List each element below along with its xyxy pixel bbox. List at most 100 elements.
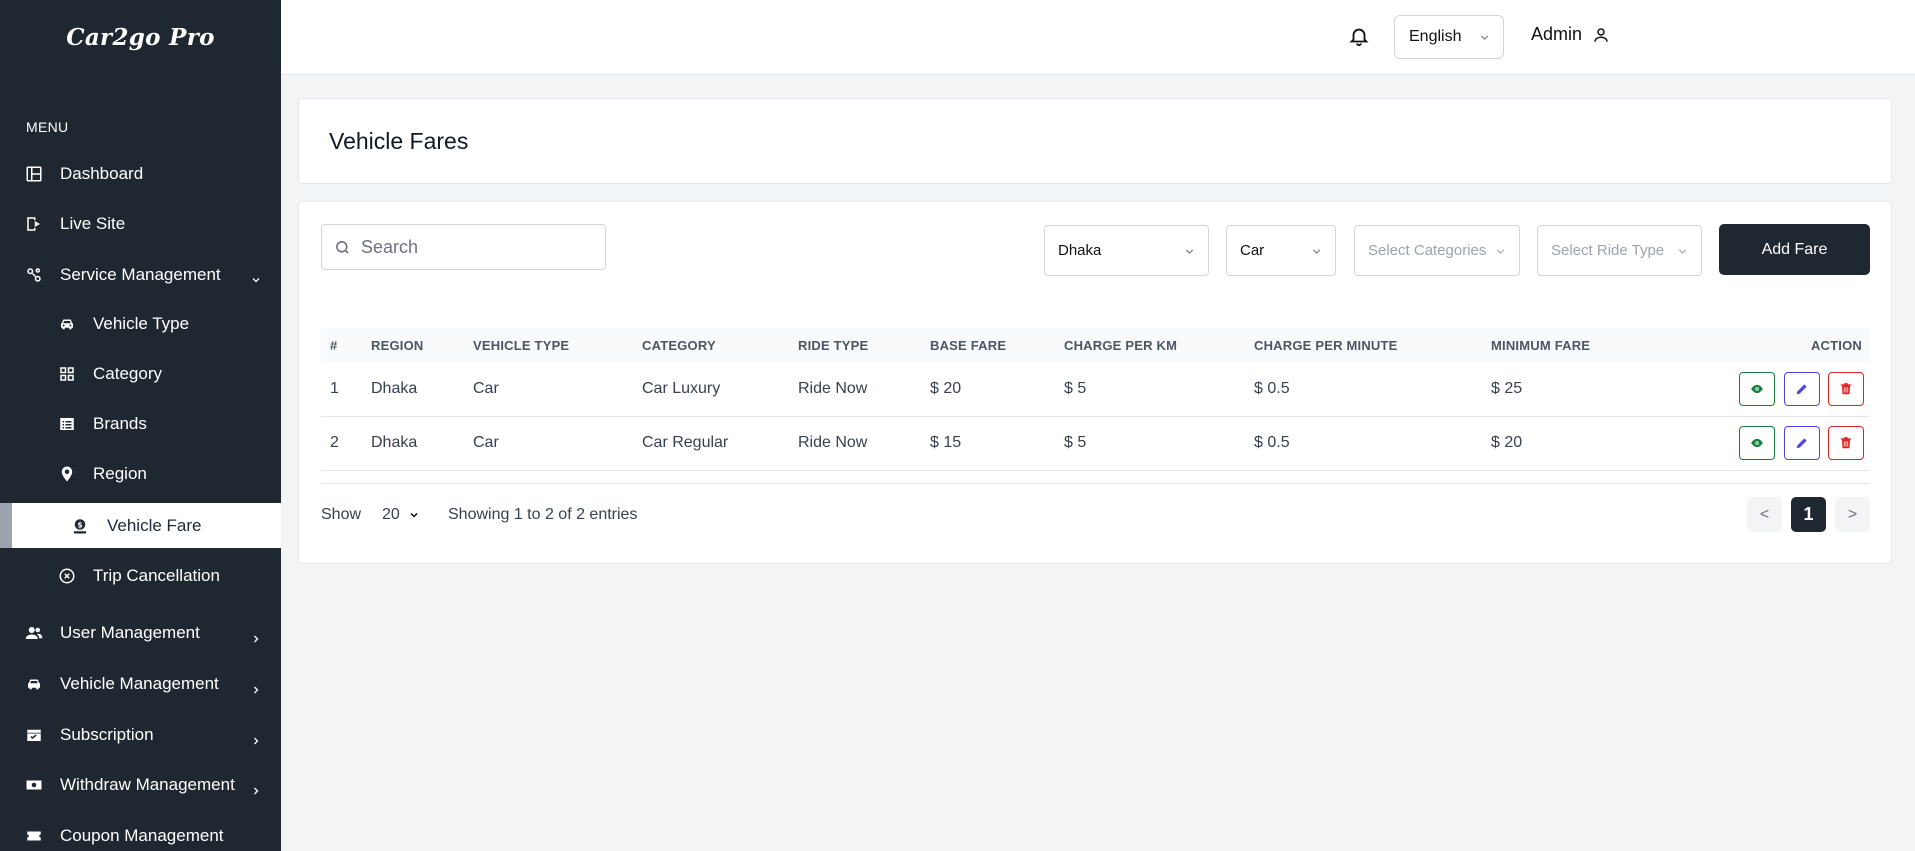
cell-region: Dhaka: [371, 434, 418, 451]
sidebar-item-coupon-management[interactable]: Coupon Management: [0, 813, 281, 851]
delete-button[interactable]: [1828, 372, 1864, 406]
user-name: Admin: [1531, 24, 1583, 44]
language-select[interactable]: English: [1394, 15, 1504, 59]
chevron-down-icon: [1480, 35, 1489, 40]
cell-charge-per-km: $ 5: [1064, 380, 1087, 397]
sidebar-item-label: User Management: [60, 623, 200, 642]
sidebar-item-label: Category: [93, 364, 162, 383]
column-header: BASE FARE: [930, 338, 1007, 353]
cell-region: Dhaka: [371, 380, 418, 397]
car-icon: [57, 314, 77, 334]
cell-minimum-fare: $ 20: [1491, 434, 1523, 451]
chevron-down-icon: [1678, 249, 1687, 254]
sidebar-item-label: Withdraw Management: [60, 775, 235, 794]
page-size-value: 20: [382, 506, 400, 523]
sidebar-item-vehicle-fare[interactable]: $ Vehicle Fare: [0, 503, 281, 548]
sidebar-item-user-management[interactable]: User Management: [0, 610, 281, 656]
subscription-icon: [24, 725, 44, 745]
brands-icon: [57, 414, 77, 434]
edit-button[interactable]: [1784, 372, 1820, 406]
cell-vehicle-type: Car: [473, 434, 499, 451]
sidebar-item-trip-cancellation[interactable]: Trip Cancellation: [0, 553, 281, 599]
view-button[interactable]: [1739, 372, 1775, 406]
sidebar-item-subscription[interactable]: Subscription: [0, 712, 281, 758]
show-label: Show: [321, 506, 362, 523]
sidebar-item-brands[interactable]: Brands: [0, 401, 281, 447]
vehicle-type-select-value: Car: [1240, 242, 1265, 259]
sidebar-item-service-management[interactable]: Service Management: [0, 252, 281, 298]
sidebar-item-category[interactable]: Category: [0, 351, 281, 397]
chevron-right-icon: [254, 686, 259, 694]
cell-index: 2: [330, 434, 339, 451]
coupon-icon: [24, 826, 44, 846]
prev-page-button[interactable]: <: [1747, 497, 1782, 532]
next-page-button[interactable]: >: [1835, 497, 1870, 532]
chevron-down-icon: [1496, 249, 1505, 254]
page-button-current[interactable]: 1: [1791, 497, 1826, 532]
page-title-card: Vehicle Fares: [298, 98, 1892, 184]
column-header: ACTION: [1810, 338, 1862, 353]
sidebar-item-region[interactable]: Region: [0, 451, 281, 497]
entries-info: Showing 1 to 2 of 2 entries: [448, 506, 638, 523]
withdraw-icon: [24, 775, 44, 795]
add-fare-button[interactable]: Add Fare: [1719, 224, 1870, 275]
cell-minimum-fare: $ 25: [1491, 380, 1523, 397]
column-header: RIDE TYPE: [798, 338, 869, 353]
vehicle-icon: [24, 674, 44, 694]
sidebar-item-label: Service Management: [60, 265, 221, 284]
cell-charge-per-minute: $ 0.5: [1254, 380, 1290, 397]
chevron-down-icon: [252, 278, 260, 283]
sidebar-item-label: Vehicle Management: [60, 674, 219, 693]
chevron-down-icon: [410, 512, 418, 518]
cell-index: 1: [330, 380, 339, 397]
trash-icon: [1840, 383, 1852, 395]
chevron-right-icon: [254, 737, 259, 745]
eye-icon: [1751, 438, 1763, 448]
column-header: #: [330, 338, 338, 353]
ride-type-select[interactable]: Select Ride Type: [1537, 225, 1702, 276]
sidebar: Car2go Pro MENU Dashboard Live Site Serv…: [0, 0, 281, 851]
table-row: 2 Dhaka Car Car Regular Ride Now $ 15 $ …: [321, 417, 1870, 471]
sidebar-item-vehicle-management[interactable]: Vehicle Management: [0, 661, 281, 707]
cell-base-fare: $ 20: [930, 380, 962, 397]
location-pin-icon: [57, 464, 77, 484]
cell-base-fare: $ 15: [930, 434, 962, 451]
language-value: English: [1409, 28, 1462, 45]
edit-button[interactable]: [1784, 426, 1820, 460]
search-icon: [336, 240, 349, 254]
table-row: 1 Dhaka Car Car Luxury Ride Now $ 20 $ 5…: [321, 363, 1870, 417]
user-menu[interactable]: Admin: [1531, 24, 1610, 45]
app-logo[interactable]: Car2go Pro: [0, 0, 281, 75]
view-button[interactable]: [1739, 426, 1775, 460]
page-title: Vehicle Fares: [329, 128, 469, 154]
vehicle-type-select[interactable]: Car: [1226, 225, 1336, 276]
table-header: # REGION VEHICLE TYPE CATEGORY RIDE TYPE…: [321, 328, 1870, 363]
delete-button[interactable]: [1828, 426, 1864, 460]
trash-icon: [1840, 437, 1852, 449]
chevron-down-icon: [1185, 249, 1194, 254]
cell-vehicle-type: Car: [473, 380, 499, 397]
sidebar-item-withdraw-management[interactable]: Withdraw Management: [0, 762, 281, 808]
notification-bell-icon[interactable]: [1348, 25, 1370, 47]
page-size-select[interactable]: 20: [382, 506, 420, 524]
search-box: [321, 224, 606, 270]
sidebar-item-dashboard[interactable]: Dashboard: [0, 151, 281, 197]
top-bar: [281, 0, 1915, 75]
sidebar-item-vehicle-type[interactable]: Vehicle Type: [0, 301, 281, 347]
sidebar-item-label: Subscription: [60, 725, 154, 744]
column-header: VEHICLE TYPE: [473, 338, 570, 353]
column-header: CATEGORY: [642, 338, 716, 353]
region-select-value: Dhaka: [1058, 242, 1102, 259]
sidebar-item-live-site[interactable]: Live Site: [0, 201, 281, 247]
column-header: REGION: [371, 338, 424, 353]
chevron-right-icon: [254, 635, 259, 643]
search-input[interactable]: [361, 236, 581, 258]
service-management-icon: [24, 265, 44, 285]
region-select[interactable]: Dhaka: [1044, 225, 1209, 276]
cell-ride-type: Ride Now: [798, 380, 868, 397]
cell-charge-per-km: $ 5: [1064, 434, 1087, 451]
cell-ride-type: Ride Now: [798, 434, 868, 451]
sidebar-item-label: Coupon Management: [60, 826, 224, 845]
chevron-right-icon: [254, 787, 259, 795]
category-select[interactable]: Select Categories: [1354, 225, 1520, 276]
